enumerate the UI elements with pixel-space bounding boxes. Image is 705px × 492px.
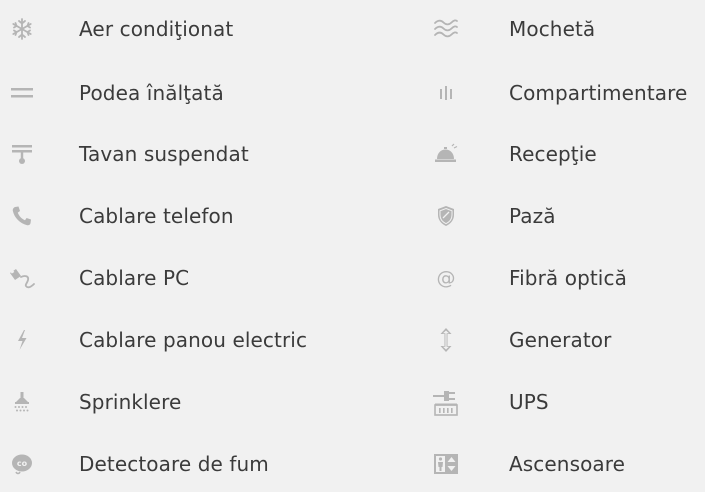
amenity-item: Generator — [420, 320, 611, 360]
amenity-label: Detectoare de fum — [79, 452, 269, 476]
suspended-ceiling-icon — [2, 134, 42, 174]
amenity-label: Podea înălţată — [79, 81, 224, 105]
phone-icon — [2, 196, 42, 236]
amenity-label: Compartimentare — [509, 81, 688, 105]
amenity-label: Cablare panou electric — [79, 328, 308, 352]
elevator-icon — [426, 444, 466, 484]
shield-icon — [426, 196, 466, 236]
amenity-item: Cablare PC — [0, 258, 189, 298]
raised-floor-icon — [2, 73, 42, 113]
amenity-item: Ascensoare — [420, 444, 625, 484]
amenity-item: @ Fibră optică — [420, 258, 627, 298]
amenity-label: Generator — [509, 328, 612, 352]
amenity-label: UPS — [509, 390, 549, 414]
sprinkler-icon — [2, 382, 42, 422]
amenity-label: Sprinklere — [79, 390, 182, 414]
amenity-item: Cablare telefon — [0, 196, 234, 236]
up-down-arrow-icon — [426, 320, 466, 360]
amenity-label: Mochetă — [509, 17, 596, 41]
amenity-label: Recepţie — [509, 142, 597, 166]
amenity-label: Fibră optică — [509, 266, 627, 290]
amenities-list: Aer condiţionat Podea înălţată Tavan sus… — [0, 0, 705, 492]
carpet-waves-icon — [426, 9, 466, 49]
amenity-label: Pază — [509, 204, 556, 228]
amenity-item: Pază — [420, 196, 556, 236]
reception-bell-icon — [426, 134, 466, 174]
at-sign-icon: @ — [426, 258, 466, 298]
amenity-item: co Detectoare de fum — [0, 444, 269, 484]
amenity-item: Recepţie — [420, 134, 597, 174]
amenity-item: Mochetă — [420, 9, 595, 49]
amenity-label: Cablare PC — [79, 266, 190, 290]
svg-text:@: @ — [437, 267, 456, 289]
power-plug-icon — [426, 382, 466, 422]
amenity-item: Sprinklere — [0, 382, 181, 422]
amenity-item: Tavan suspendat — [0, 134, 249, 174]
svg-text:co: co — [17, 459, 28, 468]
lightning-icon — [2, 320, 42, 360]
partition-icon — [426, 73, 466, 113]
amenity-item: Aer condiţionat — [0, 9, 233, 49]
smoke-detector-icon: co — [2, 444, 42, 484]
network-cable-icon — [2, 258, 42, 298]
amenity-item: Podea înălţată — [0, 73, 224, 113]
amenity-item: Cablare panou electric — [0, 320, 307, 360]
amenity-item: UPS — [420, 382, 549, 422]
snowflake-icon — [2, 9, 42, 49]
amenity-label: Aer condiţionat — [79, 17, 234, 41]
amenity-label: Ascensoare — [509, 452, 626, 476]
amenity-label: Tavan suspendat — [79, 142, 249, 166]
amenity-item: Compartimentare — [420, 73, 687, 113]
amenity-label: Cablare telefon — [79, 204, 234, 228]
